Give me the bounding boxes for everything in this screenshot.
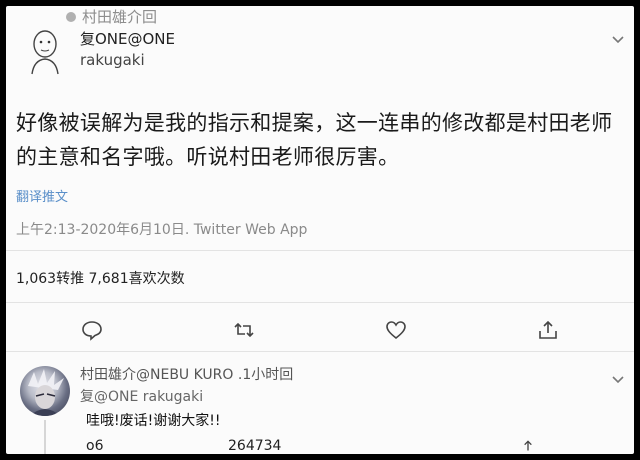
chevron-down-icon[interactable] — [612, 376, 624, 384]
avatar[interactable] — [24, 26, 66, 76]
tweet-text: 好像被误解为是我的指示和提案，这一连串的修改都是村田老师的主意和名字哦。听说村田… — [16, 111, 613, 169]
retweeted-by-label: 村田雄介回 — [82, 8, 158, 26]
share-icon[interactable] — [536, 318, 560, 342]
reply-text: 哇哦!废话!谢谢大家!! — [86, 413, 221, 429]
tweet-actions — [6, 318, 634, 348]
reply-tweet[interactable]: 村田雄介@NEBU KURO .1小时回 复@ONE rakugaki 哇哦!废… — [6, 358, 634, 454]
retweet-icon[interactable] — [232, 318, 256, 342]
retweet-context[interactable]: 村田雄介回 — [66, 6, 157, 27]
divider — [6, 351, 634, 352]
reply-author-name[interactable]: 村田雄介@NEBU KURO .1小时回 — [80, 364, 293, 384]
reply-avatar[interactable] — [20, 366, 70, 416]
divider — [6, 302, 634, 303]
reply-count-a: o6 — [86, 438, 104, 454]
screenshot-frame: 村田雄介回 复ONE@ONE rakugaki 好像被误解为是我的指示和提案，这… — [6, 6, 634, 454]
reply-count-b: 264734 — [228, 438, 282, 454]
author-display-name[interactable]: 复ONE@ONE — [80, 28, 175, 49]
thread-line — [44, 420, 46, 454]
retweet-indicator-icon — [66, 11, 76, 22]
engagement-stats[interactable]: 1,063转推 7,681喜欢次数 — [16, 268, 185, 288]
comment-icon[interactable] — [80, 318, 104, 342]
share-icon[interactable] — [518, 438, 538, 454]
divider — [6, 250, 634, 251]
heart-icon[interactable] — [384, 318, 408, 342]
chevron-down-icon[interactable] — [612, 36, 624, 44]
replying-to-label[interactable]: 复@ONE rakugaki — [80, 386, 203, 406]
reply-avatar-image — [28, 369, 64, 416]
author-handle[interactable]: rakugaki — [80, 51, 145, 69]
tweet-timestamp[interactable]: 上午2:13-2020年6月10日. Twitter Web App — [16, 219, 307, 239]
translate-tweet-link[interactable]: 翻译推文 — [16, 186, 68, 205]
